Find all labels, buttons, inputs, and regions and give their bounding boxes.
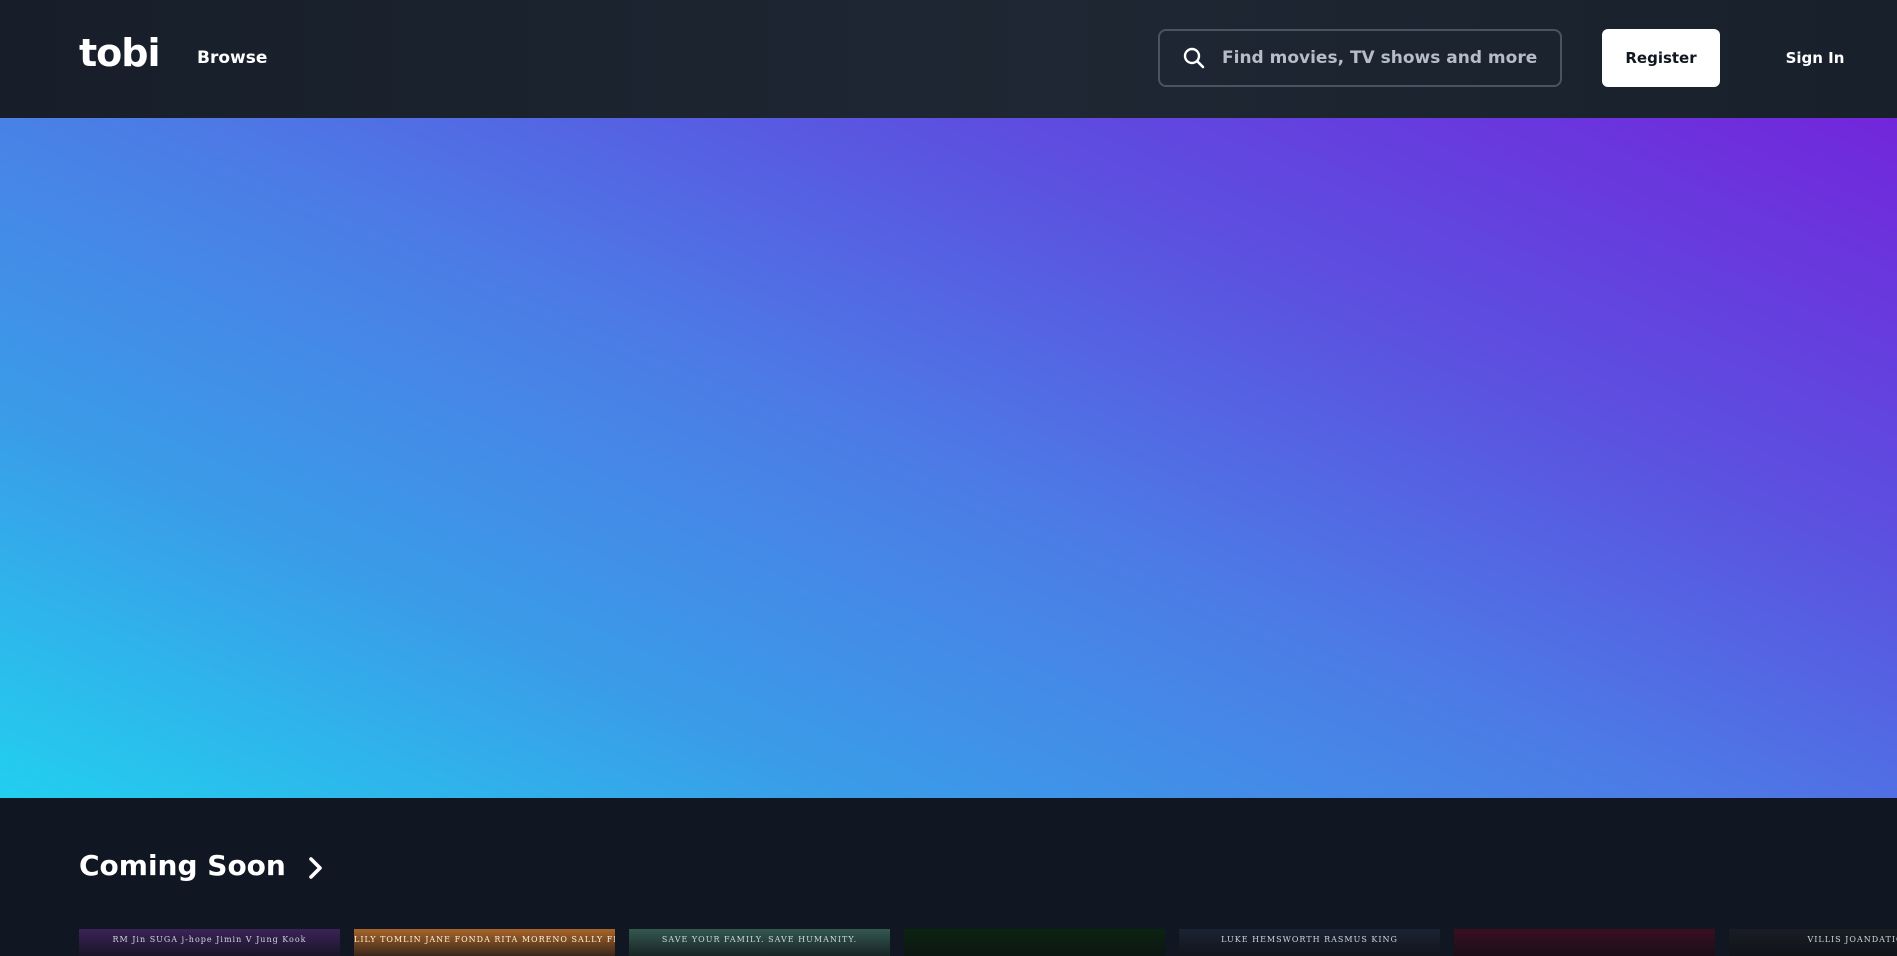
poster-caption: RM Jin SUGA j-hope Jimin V Jung Kook	[112, 935, 307, 944]
register-button[interactable]: Register	[1602, 29, 1720, 87]
sign-in-button[interactable]: Sign In	[1760, 29, 1870, 87]
poster-card[interactable]: LUKE HEMSWORTH RASMUS KING	[1179, 929, 1440, 956]
browse-link[interactable]: Browse	[197, 46, 267, 70]
search-bar[interactable]	[1158, 29, 1562, 87]
search-input[interactable]	[1220, 31, 1550, 85]
poster-caption: VILLIS JOANDATION	[1807, 935, 1897, 944]
poster-card[interactable]	[904, 929, 1165, 956]
poster-caption: LILY TOMLIN JANE FONDA RITA MORENO SALLY…	[354, 935, 615, 944]
hero-banner	[0, 118, 1897, 798]
poster-card[interactable]: LILY TOMLIN JANE FONDA RITA MORENO SALLY…	[354, 929, 615, 956]
tobi-logo[interactable]: tobi	[79, 30, 160, 76]
poster-card[interactable]: RM Jin SUGA j-hope Jimin V Jung Kook	[79, 929, 340, 956]
coming-soon-header[interactable]: Coming Soon	[79, 844, 328, 888]
poster-caption: SAVE YOUR FAMILY. SAVE HUMANITY.	[661, 935, 858, 944]
search-icon	[1183, 47, 1205, 69]
poster-card[interactable]: SAVE YOUR FAMILY. SAVE HUMANITY.	[629, 929, 890, 956]
poster-card[interactable]	[1454, 929, 1715, 956]
top-navigation-bar: tobi Browse Register Sign In	[0, 0, 1897, 118]
poster-card[interactable]: VILLIS JOANDATION	[1729, 929, 1897, 956]
chevron-right-icon[interactable]	[304, 856, 328, 880]
poster-caption: LUKE HEMSWORTH RASMUS KING	[1221, 935, 1398, 944]
coming-soon-carousel: RM Jin SUGA j-hope Jimin V Jung Kook LILY…	[79, 929, 1897, 956]
coming-soon-title: Coming Soon	[79, 849, 286, 882]
